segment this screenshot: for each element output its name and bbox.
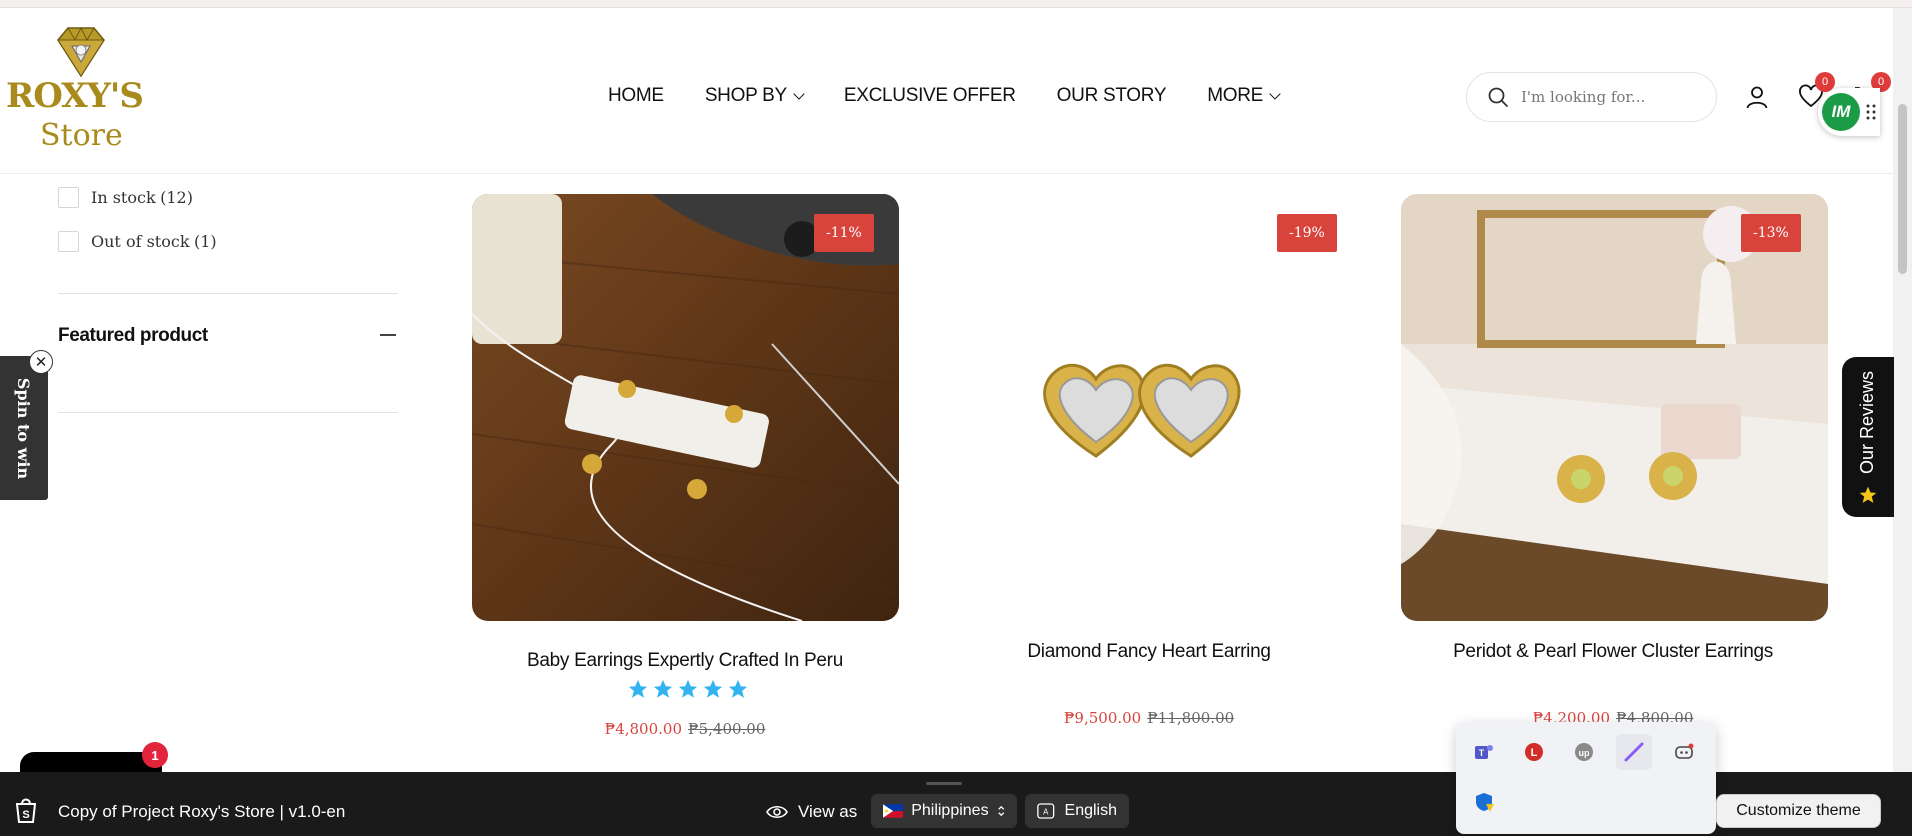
collapse-minus-icon[interactable] — [380, 334, 396, 336]
svg-text:T: T — [1479, 748, 1485, 758]
site-header: ROXY'S Store HOME SHOP BY EXCLUSIVE OFFE… — [0, 8, 1893, 174]
close-icon[interactable]: ✕ — [29, 350, 53, 374]
discount-badge: -13% — [1741, 214, 1801, 252]
product-image[interactable] — [472, 194, 899, 621]
svg-text:S: S — [22, 809, 29, 821]
search-icon — [1488, 87, 1508, 107]
star-icon — [653, 679, 673, 698]
store-logo[interactable]: ROXY'S Store — [6, 26, 152, 154]
product-price: ₱4,800.00 ₱5,400.00 — [455, 720, 915, 738]
search-input[interactable] — [1521, 88, 1701, 106]
chat-widget[interactable] — [20, 752, 162, 772]
out-of-stock-label: Out of stock — [91, 232, 190, 251]
country-label: Philippines — [911, 802, 989, 819]
filter-divider — [58, 293, 398, 294]
security-shield-icon[interactable] — [1466, 784, 1502, 820]
account-icon[interactable] — [1744, 84, 1770, 110]
in-stock-checkbox[interactable] — [58, 187, 79, 208]
view-as-text: View as — [798, 802, 858, 821]
store-version-label: Copy of Project Roxy's Store | v1.0-en — [58, 802, 346, 821]
nav-exclusive-offer[interactable]: EXCLUSIVE OFFER — [844, 85, 1016, 107]
bar-drag-handle[interactable] — [926, 782, 962, 785]
star-icon — [1859, 486, 1877, 503]
star-icon — [628, 679, 648, 698]
spin-to-win-label: Spin to win — [14, 377, 34, 479]
drag-handle-icon[interactable] — [1866, 104, 1876, 120]
original-price: ₱11,800.00 — [1147, 709, 1235, 727]
nav-more-label: MORE — [1207, 85, 1264, 106]
out-of-stock-checkbox[interactable] — [58, 231, 79, 252]
sale-price: ₱4,800.00 — [604, 720, 682, 738]
svg-text:L: L — [1531, 747, 1538, 759]
shopify-bag-icon[interactable]: S — [12, 796, 40, 824]
star-icon — [728, 679, 748, 698]
teams-icon[interactable]: T — [1466, 734, 1502, 770]
chevron-down-icon — [1269, 87, 1281, 100]
chevron-down-icon — [793, 87, 805, 100]
our-reviews-tab[interactable]: Our Reviews — [1842, 357, 1894, 517]
in-stock-count: (12) — [160, 188, 193, 207]
widget-logo: IM — [1822, 93, 1860, 131]
star-icon — [703, 679, 723, 698]
filter-out-of-stock[interactable]: Out of stock (1) — [58, 231, 217, 252]
svg-text:up: up — [1579, 748, 1590, 758]
diamond-logo-icon — [57, 26, 105, 78]
page-scrollbar[interactable] — [1893, 8, 1912, 772]
in-stock-label: In stock — [91, 188, 156, 207]
lastpass-icon[interactable]: L — [1516, 734, 1552, 770]
discord-icon[interactable] — [1666, 734, 1702, 770]
spin-to-win-tab[interactable]: Spin to win — [0, 356, 48, 500]
chat-notification-badge: 1 — [142, 742, 168, 768]
filter-divider — [58, 412, 398, 413]
view-as-label: View as — [766, 802, 857, 822]
heart-earrings-photo — [1043, 364, 1241, 458]
product-image[interactable] — [1401, 194, 1828, 621]
nav-shop-by-label: SHOP BY — [704, 85, 787, 106]
logo-text-bottom: Store — [40, 118, 123, 153]
scrollbar-thumb[interactable] — [1898, 104, 1907, 274]
nav-exclusive-offer-label: EXCLUSIVE OFFER — [843, 85, 1016, 106]
product-price: ₱9,500.00 ₱11,800.00 — [919, 709, 1379, 727]
product-title[interactable]: Baby Earrings Expertly Crafted In Peru — [455, 650, 915, 672]
system-tray-popup: T L up — [1456, 722, 1716, 834]
upwork-icon[interactable]: up — [1566, 734, 1602, 770]
filter-in-stock[interactable]: In stock (12) — [58, 187, 193, 208]
svg-text:A: A — [1043, 808, 1049, 817]
nav-more[interactable]: MORE — [1207, 85, 1281, 107]
our-reviews-label: Our Reviews — [1857, 370, 1878, 474]
language-selector[interactable]: A English — [1025, 794, 1129, 828]
chevron-updown-icon — [997, 805, 1004, 817]
pen-tool-icon[interactable] — [1616, 734, 1652, 770]
star-icon — [678, 679, 698, 698]
floating-app-widget[interactable]: IM — [1818, 88, 1880, 136]
nav-home[interactable]: HOME — [608, 85, 664, 107]
nav-shop-by[interactable]: SHOP BY — [704, 85, 805, 107]
product-title[interactable]: Peridot & Pearl Flower Cluster Earrings — [1383, 641, 1843, 663]
customize-theme-button[interactable]: Customize theme — [1716, 794, 1881, 828]
rating-stars — [627, 678, 749, 700]
translate-icon: A — [1037, 803, 1055, 819]
product-title[interactable]: Diamond Fancy Heart Earring — [919, 641, 1379, 663]
browser-top-strip — [0, 0, 1912, 8]
eye-icon — [766, 805, 788, 819]
earrings-on-wood-photo — [472, 194, 899, 621]
sale-price: ₱9,500.00 — [1063, 709, 1142, 727]
discount-badge: -11% — [814, 214, 874, 252]
main-nav: HOME SHOP BY EXCLUSIVE OFFER OUR STORY M… — [608, 76, 1281, 116]
nav-our-story-label: OUR STORY — [1056, 85, 1167, 106]
philippines-flag-icon — [883, 804, 904, 818]
logo-text-top: ROXY'S — [6, 76, 144, 116]
discount-badge: -19% — [1277, 214, 1337, 252]
country-selector[interactable]: Philippines — [871, 794, 1017, 828]
search-box[interactable] — [1466, 72, 1717, 122]
original-price: ₱5,400.00 — [688, 720, 766, 738]
product-image[interactable] — [936, 194, 1363, 621]
nav-our-story[interactable]: OUR STORY — [1057, 85, 1167, 107]
out-of-stock-count: (1) — [193, 232, 217, 251]
language-label: English — [1064, 802, 1117, 819]
featured-product-heading[interactable]: Featured product — [58, 325, 208, 347]
nav-home-label: HOME — [608, 85, 664, 106]
flower-earrings-photo — [1401, 194, 1828, 621]
